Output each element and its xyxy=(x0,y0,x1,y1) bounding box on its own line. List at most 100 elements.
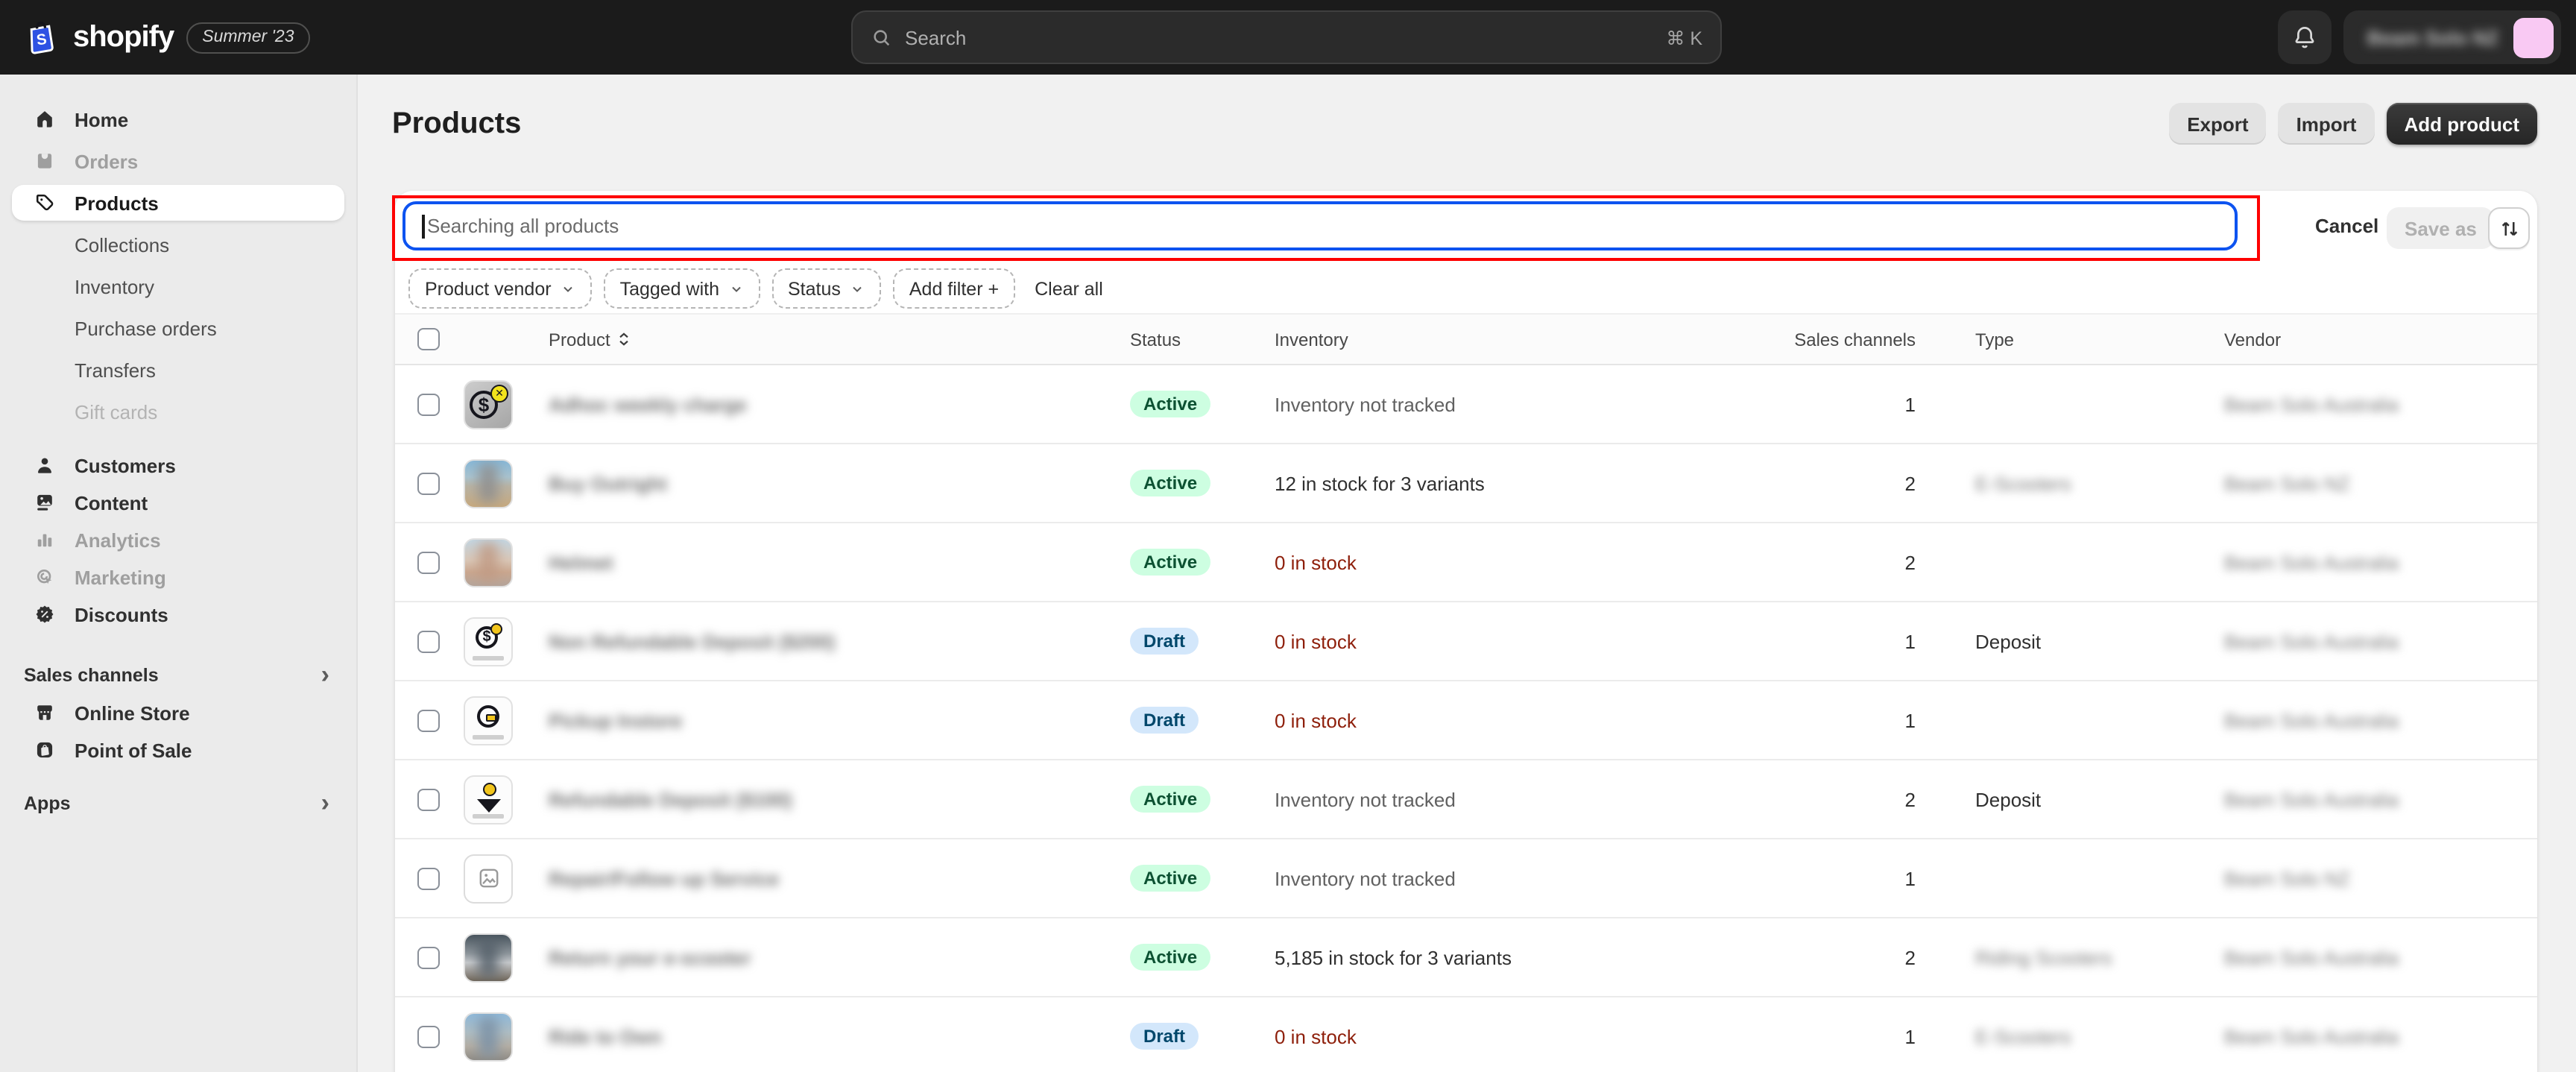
search-shortcut-hint: ⌘ K xyxy=(1666,26,1702,48)
add-product-button[interactable]: Add product xyxy=(2386,103,2537,145)
filter-chip-tagged-with[interactable]: Tagged with xyxy=(604,268,760,309)
clear-all-button[interactable]: Clear all xyxy=(1035,278,1103,299)
global-search-input[interactable]: Search ⌘ K xyxy=(851,10,1722,64)
row-thumb-cell xyxy=(455,854,538,903)
product-search-input[interactable]: Searching all products xyxy=(402,201,2238,250)
sidebar-item-collections[interactable]: Collections xyxy=(12,227,344,262)
column-header-vendor: Vendor xyxy=(2224,329,2537,350)
logo-caption xyxy=(473,734,504,739)
filter-chip-label: Add filter + xyxy=(909,278,999,299)
type-value: Riding Scooters xyxy=(1975,946,2112,968)
row-checkbox[interactable] xyxy=(417,1025,440,1047)
sidebar-item-purchase-orders[interactable]: Purchase orders xyxy=(12,310,344,346)
row-checkbox[interactable] xyxy=(417,551,440,573)
table-header-row: Product Status Inventory Sales channels … xyxy=(395,313,2537,365)
sidebar-item-label: Analytics xyxy=(75,529,161,551)
product-name-cell[interactable]: Ride to Own xyxy=(538,1025,1130,1047)
sidebar-section-apps[interactable]: Apps› xyxy=(12,786,344,822)
account-menu-button[interactable]: Beam Solo NZ xyxy=(2343,10,2561,64)
sidebar-item-online-store[interactable]: Online Store xyxy=(12,695,344,731)
product-thumbnail-photo-person xyxy=(464,537,513,587)
chevron-right-icon: › xyxy=(321,793,332,814)
filter-chip-product-vendor[interactable]: Product vendor xyxy=(408,268,592,309)
status-cell: Draft xyxy=(1130,628,1275,655)
type-cell: Riding Scooters xyxy=(1919,946,2224,968)
sales-channels-cell: 1 xyxy=(1677,709,1919,731)
table-row-adhoc-weekly-charge[interactable]: $✕Adhoc weekly chargeActiveInventory not… xyxy=(395,365,2537,444)
yellow-badge-icon xyxy=(490,622,502,634)
product-name-cell[interactable]: Non Refundable Deposit ($200) xyxy=(538,630,1130,652)
product-name-cell[interactable]: Pickup Instore xyxy=(538,709,1130,731)
discount-icon xyxy=(34,604,55,625)
search-icon xyxy=(871,26,893,48)
sidebar-item-discounts[interactable]: Discounts xyxy=(12,596,344,632)
cancel-button[interactable]: Cancel xyxy=(2315,215,2378,237)
sidebar-item-products[interactable]: Products xyxy=(12,185,344,221)
filter-chip-status[interactable]: Status xyxy=(771,268,881,309)
table-row-helmet[interactable]: HelmetActive0 in stock2Beam Solo Austral… xyxy=(395,523,2537,602)
sidebar-nav: Home Orders Products Collections Inventory Pu… xyxy=(0,101,356,823)
sidebar-item-transfers[interactable]: Transfers xyxy=(12,352,344,388)
product-name-cell[interactable]: Adhoc weekly charge xyxy=(538,393,1130,415)
chevron-down-icon xyxy=(561,281,575,296)
version-badge: Summer '23 xyxy=(186,22,310,53)
export-button[interactable]: Export xyxy=(2169,103,2266,145)
table-row-non-refundable-deposit-200[interactable]: $Non Refundable Deposit ($200)Draft0 in … xyxy=(395,602,2537,681)
inventory-cell: 12 in stock for 3 variants xyxy=(1275,472,1677,494)
product-search-placeholder: Searching all products xyxy=(427,215,619,237)
notifications-button[interactable] xyxy=(2278,10,2332,64)
row-checkbox[interactable] xyxy=(417,630,440,652)
sidebar-item-gift-cards[interactable]: Gift cards xyxy=(12,394,344,429)
import-button[interactable]: Import xyxy=(2279,103,2375,145)
sidebar-item-point-of-sale[interactable]: Point of Sale xyxy=(12,732,344,768)
table-row-return-your-e-scooter[interactable]: Return your e-scooterActive5,185 in stoc… xyxy=(395,918,2537,997)
product-name-cell[interactable]: Repair/Follow up Service xyxy=(538,867,1130,889)
vendor-value: Beam Solo Australia xyxy=(2224,630,2399,652)
content-icon xyxy=(34,492,55,513)
sidebar-item-label: Gift cards xyxy=(75,400,157,423)
sidebar-item-analytics[interactable]: Analytics xyxy=(12,522,344,558)
inventory-cell: 0 in stock xyxy=(1275,551,1677,573)
photo-blur-smudge xyxy=(478,464,498,502)
customers-icon xyxy=(34,455,55,476)
vendor-value: Beam Solo Australia xyxy=(2224,709,2399,731)
table-row-refundable-deposit-100[interactable]: Refundable Deposit ($100)ActiveInventory… xyxy=(395,760,2537,839)
row-checkbox[interactable] xyxy=(417,867,440,889)
search-row: Searching all products Cancel Save as xyxy=(395,191,2537,267)
status-cell: Active xyxy=(1130,865,1275,892)
product-name-cell[interactable]: Refundable Deposit ($100) xyxy=(538,788,1130,810)
product-name: Return your e-scooter xyxy=(549,946,751,968)
row-checkbox[interactable] xyxy=(417,472,440,494)
select-all-checkbox[interactable] xyxy=(417,328,440,350)
shopify-logo[interactable]: S shopify Summer '23 xyxy=(21,0,311,75)
row-checkbox[interactable] xyxy=(417,788,440,810)
table-row-ride-to-own[interactable]: Ride to OwnDraft0 in stock1E-ScootersBea… xyxy=(395,997,2537,1072)
save-as-button[interactable]: Save as xyxy=(2387,207,2495,249)
vendor-value: Beam Solo Australia xyxy=(2224,393,2399,415)
row-checkbox[interactable] xyxy=(417,393,440,415)
sidebar-section-sales-channels[interactable]: Sales channels› xyxy=(12,658,344,693)
vendor-cell: Beam Solo Australia xyxy=(2224,1025,2537,1047)
table-row-pickup-instore[interactable]: Pickup InstoreDraft0 in stock1Beam Solo … xyxy=(395,681,2537,760)
table-row-repair-follow-up-service[interactable]: Repair/Follow up ServiceActiveInventory … xyxy=(395,839,2537,918)
status-badge: Active xyxy=(1130,944,1210,971)
filter-chip-add-filter[interactable]: Add filter + xyxy=(893,268,1015,309)
sidebar-item-home[interactable]: Home xyxy=(12,101,344,137)
row-checkbox-cell xyxy=(395,551,455,573)
text-cursor xyxy=(422,214,424,238)
shopify-admin-window: S shopify Summer '23 Search ⌘ K Beam Sol… xyxy=(0,0,2576,1072)
sidebar-item-orders[interactable]: Orders xyxy=(12,143,344,179)
sidebar-item-inventory[interactable]: Inventory xyxy=(12,268,344,304)
product-name-cell[interactable]: Return your e-scooter xyxy=(538,946,1130,968)
row-checkbox[interactable] xyxy=(417,709,440,731)
sidebar-item-content[interactable]: Content xyxy=(12,485,344,520)
row-checkbox[interactable] xyxy=(417,946,440,968)
column-header-product[interactable]: Product xyxy=(538,329,1130,350)
product-thumbnail-logo-refund xyxy=(464,775,513,824)
sidebar-item-customers[interactable]: Customers xyxy=(12,447,344,483)
sort-button[interactable] xyxy=(2488,207,2530,249)
sidebar-item-marketing[interactable]: Marketing xyxy=(12,559,344,595)
product-name-cell[interactable]: Helmet xyxy=(538,551,1130,573)
product-name-cell[interactable]: Buy Outright xyxy=(538,472,1130,494)
table-row-buy-outright[interactable]: Buy OutrightActive12 in stock for 3 vari… xyxy=(395,444,2537,523)
